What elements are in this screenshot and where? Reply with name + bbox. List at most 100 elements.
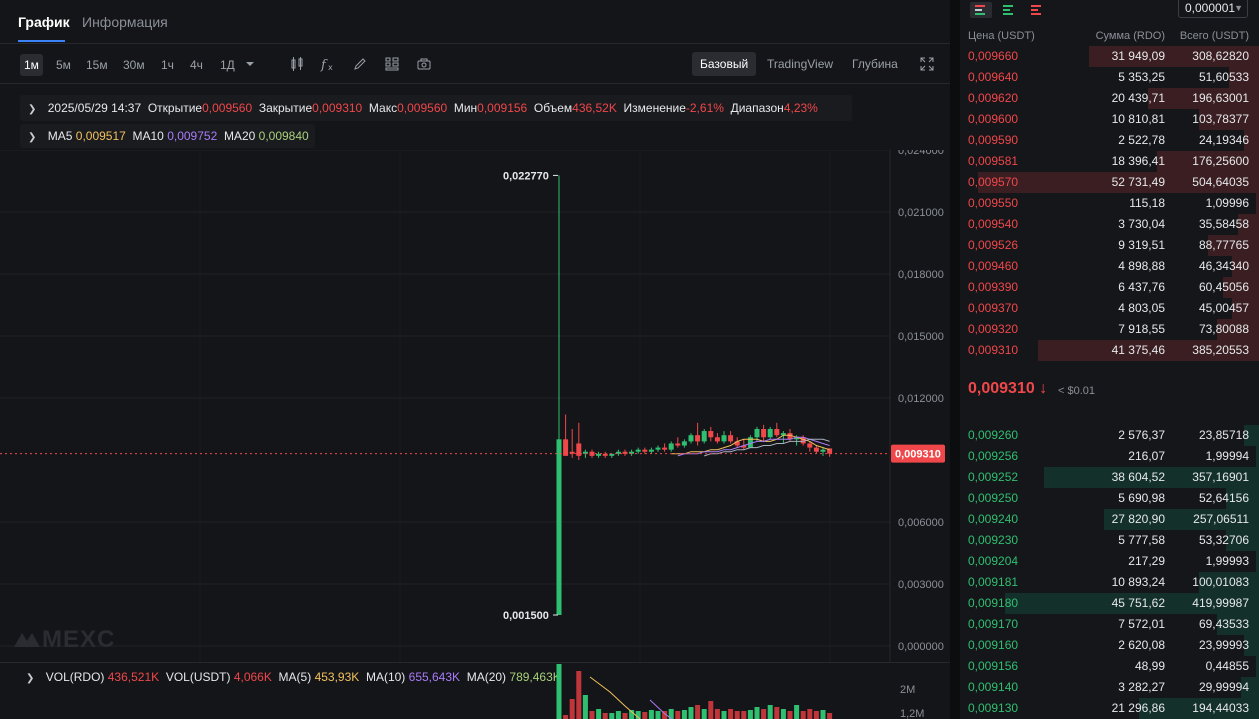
bid-row[interactable]: 0,009240 27 820,90 257,06511: [960, 509, 1259, 530]
ma5-label: MA5: [47, 129, 73, 143]
ask-row[interactable]: 0,009640 5 353,25 51,60533: [960, 67, 1259, 88]
ask-row[interactable]: 0,009310 41 375,46 385,20553: [960, 340, 1259, 361]
indicators-icon[interactable]: fx: [320, 56, 336, 73]
bid-total: 29,99994: [1198, 680, 1249, 694]
ask-row[interactable]: 0,009370 4 803,05 45,00457: [960, 298, 1259, 319]
bid-row[interactable]: 0,009230 5 777,58 53,32706: [960, 530, 1259, 551]
bid-total: 100,01083: [1192, 575, 1249, 589]
candle-body: [754, 428, 760, 438]
ask-amount: 52 731,49: [1111, 175, 1165, 189]
bid-price: 0,009160: [968, 638, 1019, 652]
high-marker-label: 0,022770: [503, 170, 549, 182]
timeframe-15m[interactable]: 15м: [82, 54, 112, 76]
volume-bar: [622, 713, 628, 719]
candle-body: [767, 428, 773, 438]
volume-bar: [596, 709, 602, 719]
ask-row[interactable]: 0,009526 9 319,51 88,77765: [960, 235, 1259, 256]
bid-price: 0,009250: [968, 491, 1019, 505]
price-chart[interactable]: 0,024000 0,021000 0,018000 0,015000 0,012000…: [0, 150, 950, 662]
ask-row[interactable]: 0,009590 2 522,78 24,19346: [960, 130, 1259, 151]
ask-row[interactable]: 0,009460 4 898,88 46,34340: [960, 256, 1259, 277]
bid-amount: 45 751,62: [1111, 596, 1165, 610]
bid-row[interactable]: 0,009140 3 282,27 29,99994: [960, 677, 1259, 698]
layout-grid-icon[interactable]: [384, 56, 400, 72]
volume-bar: [556, 664, 562, 719]
timeframe-30m[interactable]: 30м: [119, 54, 149, 76]
bid-row[interactable]: 0,009181 10 893,24 100,01083: [960, 572, 1259, 593]
bid-row[interactable]: 0,009170 7 572,01 69,43533: [960, 614, 1259, 635]
bid-price: 0,009230: [968, 533, 1019, 547]
header-amount: Сумма (RDO): [1095, 30, 1165, 42]
ask-amount: 9 319,51: [1118, 238, 1165, 252]
view-depth[interactable]: Глубина: [844, 52, 906, 76]
ask-price: 0,009550: [968, 196, 1019, 210]
candle-body: [681, 441, 687, 446]
candle-body: [774, 428, 780, 436]
collapse-chevron-icon[interactable]: ❯: [28, 97, 36, 123]
bid-row[interactable]: 0,009256 216,07 1,99994: [960, 446, 1259, 467]
timeframe-1h[interactable]: 1ч: [157, 54, 178, 76]
timeframe-1m[interactable]: 1м: [20, 54, 43, 76]
timeframe-5m[interactable]: 5м: [52, 54, 75, 76]
ask-row[interactable]: 0,009620 20 439,71 196,63001: [960, 88, 1259, 109]
ma5-value: 0,009517: [75, 129, 126, 143]
tab-info[interactable]: Информация: [82, 14, 168, 30]
bid-row[interactable]: 0,009160 2 620,08 23,99993: [960, 635, 1259, 656]
tab-chart[interactable]: График: [18, 14, 70, 30]
volume-bar: [615, 711, 621, 719]
y-tick-label: 0,006000: [898, 517, 944, 529]
ask-row[interactable]: 0,009570 52 731,49 504,64035: [960, 172, 1259, 193]
bid-total: 23,85718: [1198, 428, 1249, 442]
bid-total: 52,64156: [1198, 491, 1249, 505]
timeframe-4h[interactable]: 4ч: [186, 54, 207, 76]
ask-row[interactable]: 0,009600 10 810,81 103,78377: [960, 109, 1259, 130]
orderbook-mode-asks-icon[interactable]: [1026, 2, 1048, 18]
orderbook-mode-bids-icon[interactable]: [998, 2, 1020, 18]
range-label: Диапазон: [730, 101, 784, 115]
precision-dropdown-icon: ▼: [1234, 3, 1243, 13]
bid-row[interactable]: 0,009252 38 604,52 357,16901: [960, 467, 1259, 488]
volume-bar: [589, 711, 595, 719]
orderbook-mode-both-icon[interactable]: [970, 2, 992, 18]
fullscreen-icon[interactable]: [919, 56, 935, 72]
bid-total: 419,99987: [1192, 596, 1249, 610]
view-tradingview[interactable]: TradingView: [759, 52, 841, 76]
volume-bar: [648, 710, 654, 719]
candle-body: [820, 449, 826, 452]
bid-row[interactable]: 0,009250 5 690,98 52,64156: [960, 488, 1259, 509]
bid-row[interactable]: 0,009156 48,99 0,44855: [960, 656, 1259, 677]
ask-total: 385,20553: [1192, 343, 1249, 357]
bid-row[interactable]: 0,009180 45 751,62 419,99987: [960, 593, 1259, 614]
ask-row[interactable]: 0,009581 18 396,41 176,25600: [960, 151, 1259, 172]
candle-type-icon[interactable]: [289, 56, 305, 72]
bid-row[interactable]: 0,009130 21 296,86 194,44033: [960, 698, 1259, 719]
volume-bar: [734, 711, 740, 719]
ask-row[interactable]: 0,009540 3 730,04 35,58458: [960, 214, 1259, 235]
ask-row[interactable]: 0,009660 31 949,09 308,62820: [960, 46, 1259, 67]
ask-amount: 3 730,04: [1118, 217, 1165, 231]
timeframe-dropdown-icon[interactable]: [243, 57, 259, 73]
camera-icon[interactable]: [416, 56, 432, 72]
ask-total: 35,58458: [1198, 217, 1249, 231]
bid-price: 0,009130: [968, 701, 1019, 715]
draw-pencil-icon[interactable]: [352, 56, 368, 72]
timeframe-1d[interactable]: 1Д: [216, 54, 239, 76]
bid-row[interactable]: 0,009260 2 576,37 23,85718: [960, 425, 1259, 446]
high-value: 0,009560: [397, 101, 448, 115]
volume-chart[interactable]: 2M 1,2M: [0, 662, 950, 719]
ask-row[interactable]: 0,009390 6 437,76 60,45056: [960, 277, 1259, 298]
ma-collapse-chevron-icon[interactable]: ❯: [28, 126, 36, 150]
bid-price: 0,009260: [968, 428, 1019, 442]
precision-select[interactable]: 0,000001 ▼: [1178, 0, 1248, 18]
ask-row[interactable]: 0,009320 7 918,55 73,80088: [960, 319, 1259, 340]
change-label: Изменение: [623, 101, 686, 115]
view-basic[interactable]: Базовый: [692, 52, 757, 76]
y-axis-ticks: 0,024000 0,021000 0,018000 0,015000 0,012000…: [898, 150, 944, 653]
y-tick-label: 0,015000: [898, 331, 944, 343]
bid-row[interactable]: 0,009204 217,29 1,99993: [960, 551, 1259, 572]
ask-price: 0,009460: [968, 259, 1019, 273]
range-value: 4,23%: [783, 101, 818, 115]
volume-bar: [787, 711, 793, 719]
open-label: Открытие: [147, 101, 203, 115]
ask-row[interactable]: 0,009550 115,18 1,09996: [960, 193, 1259, 214]
